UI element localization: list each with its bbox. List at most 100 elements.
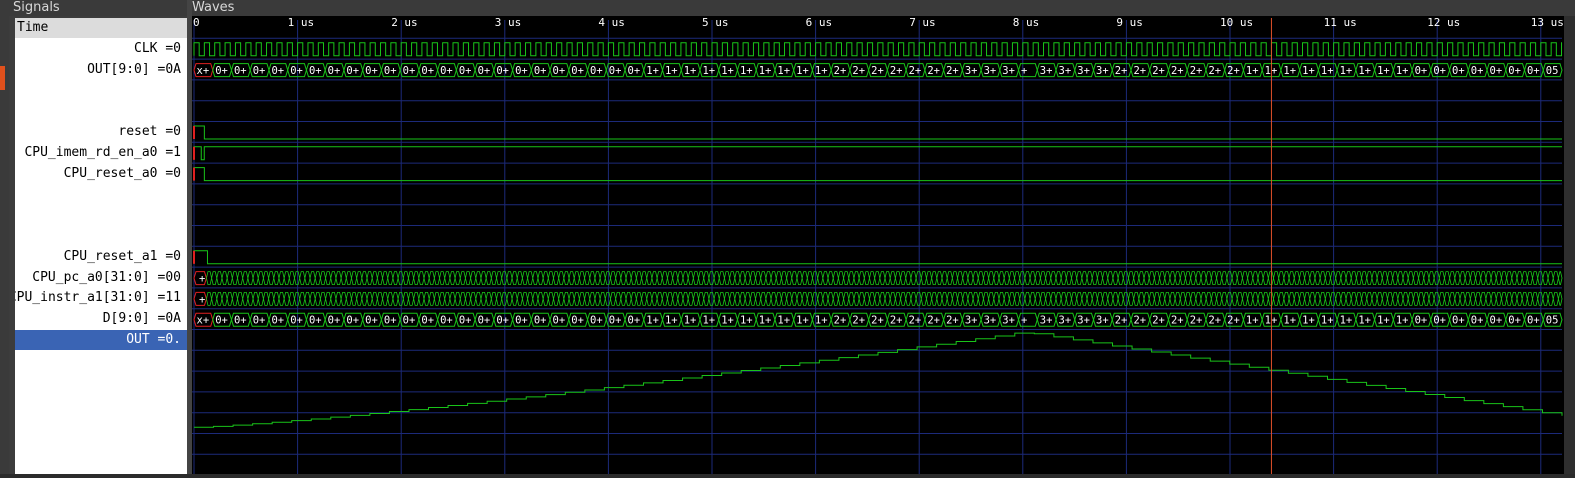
signal-row-blank[interactable] [15,351,187,371]
d-bus-value: 2+ [1171,315,1184,327]
out-bus-value: 1+ [1302,65,1315,77]
d-bus-value: 0+ [628,315,641,327]
signal-row-blank[interactable] [15,205,187,225]
d-bus-value: 1+ [796,315,809,327]
d-bus-value: 0+ [1452,315,1465,327]
waves-panel[interactable]: 0 1 us 2 us 3 us 4 us 5 us 6 us 7 us 8 us 9 us 10 … [192,16,1564,476]
signal-row[interactable]: CPU_instr_a1[31:0] =11 [15,288,187,308]
signal-row-time[interactable]: Time [15,18,187,38]
out-bus-value: 2+ [1227,65,1240,77]
signal-name: CLK =0 [134,40,181,56]
signal-row[interactable]: CPU_pc_a0[31:0] =00 [15,268,187,288]
signal-name: Time [17,20,49,35]
out-bus-value: 0+ [534,65,547,77]
signal-row[interactable]: CPU_reset_a0 =0 [15,164,187,184]
signal-row[interactable]: CPU_imem_rd_en_a0 =1 [15,143,187,163]
out-bus-value: 3+ [1077,65,1090,77]
signal-row-blank[interactable] [15,101,187,121]
d-bus-value: 1+ [815,315,828,327]
instr-bus-segments [206,292,1563,306]
out-bus-value: 1+ [740,65,753,77]
d-bus-value: 0+ [403,315,416,327]
d-bus-value: 0+ [440,315,453,327]
time-tick-label: 5 us [702,16,729,29]
signal-row-blank[interactable] [15,184,187,204]
time-tick-label: 0 [193,16,200,29]
d-bus-value: 1+ [1340,315,1353,327]
signal-row-blank[interactable] [15,392,187,412]
d-bus-value: x+ [197,315,210,327]
waves-panel-title: Waves [192,0,235,15]
d-bus-value: 0+ [1508,315,1521,327]
signal-row-blank[interactable] [15,372,187,392]
signal-row[interactable]: OUT[9:0] =0A [15,60,187,80]
signals-list[interactable]: Time CLK =0 OUT[9:0] =0A reset =0 CPU_imem_r… [15,18,187,474]
signal-row[interactable]: CPU_reset_a1 =0 [15,247,187,267]
out-bus-value: 0+ [628,65,641,77]
waves-panel-header: Waves [192,0,1575,16]
signal-row-blank[interactable] [15,413,187,433]
d-bus-value: 2+ [1208,315,1221,327]
out-bus-value: 0+ [1508,65,1521,77]
signals-panel: Signals Time CLK =0 OUT[9:0] =0A reset =0 CP… [9,0,187,474]
out-bus-value: 1+ [796,65,809,77]
out-bus-value: 2+ [852,65,865,77]
time-tick-label: 12 us [1427,16,1460,29]
d-bus-value: + [1021,315,1027,327]
d-bus-value: 2+ [1227,315,1240,327]
out-bus-value: 2+ [834,65,847,77]
d-bus-value: 3+ [965,315,978,327]
out-bus-value: 3+ [1096,65,1109,77]
out-bus-value: 0+ [234,65,247,77]
d-bus-value: 0+ [515,315,528,327]
d-bus-value: 0+ [553,315,566,327]
d-bus-value: 2+ [1115,315,1128,327]
d-bus-value: 0+ [384,315,397,327]
d-bus-value: 0+ [215,315,228,327]
out-bus-value: 2+ [927,65,940,77]
signal-row-blank[interactable] [15,434,187,454]
out-bus-value: 1+ [777,65,790,77]
out-bus-value: 2+ [1171,65,1184,77]
signal-row-blank[interactable] [15,226,187,246]
out-bus-value: 0+ [1490,65,1503,77]
out-bus-value: 2+ [1190,65,1203,77]
d-bus-value: 0+ [534,315,547,327]
d-bus-value: 0+ [496,315,509,327]
out-bus-value: 0+ [421,65,434,77]
out-bus-value: 2+ [946,65,959,77]
out-bus-value: 0+ [553,65,566,77]
signal-row[interactable]: OUT =0. [15,330,187,350]
out-bus-value: 0+ [478,65,491,77]
d-bus-value: 1+ [1377,315,1390,327]
d-bus-value: 1+ [777,315,790,327]
time-tick-label: 10 us [1220,16,1253,29]
out-bus-value: 2+ [1152,65,1165,77]
d-bus-value: 2+ [1152,315,1165,327]
signal-name: CPU_reset_a0 =0 [63,165,181,181]
vertical-scrollbar[interactable] [1564,16,1575,474]
d-bus-value: 0+ [571,315,584,327]
out-bus-value: 0+ [1433,65,1446,77]
out-bus-value: 3+ [965,65,978,77]
signal-name: OUT[9:0] =0A [87,61,181,77]
out-bus-value: 2+ [1133,65,1146,77]
time-tick-label: 2 us [391,16,418,29]
d-bus-value: 2+ [852,315,865,327]
signal-row[interactable]: reset =0 [15,122,187,142]
d-bus-value: 3+ [1077,315,1090,327]
signal-row-blank[interactable] [15,80,187,100]
signal-row[interactable]: CLK =0 [15,39,187,59]
signal-row-blank[interactable] [15,455,187,475]
d-bus-value: 2+ [890,315,903,327]
out-bus-value: 0+ [403,65,416,77]
out-bus-value: 1+ [759,65,772,77]
out-bus-value: 0+ [609,65,622,77]
out-bus-value: 0+ [590,65,603,77]
out-bus-value: 2+ [1115,65,1128,77]
left-dock-strip [0,0,9,474]
signal-name: OUT =0. [126,332,181,347]
waveform-canvas[interactable]: 0 1 us 2 us 3 us 4 us 5 us 6 us 7 us 8 us 9 us 10 … [192,16,1564,476]
out-bus-value: 0+ [515,65,528,77]
signal-row[interactable]: D[9:0] =0A [15,309,187,329]
